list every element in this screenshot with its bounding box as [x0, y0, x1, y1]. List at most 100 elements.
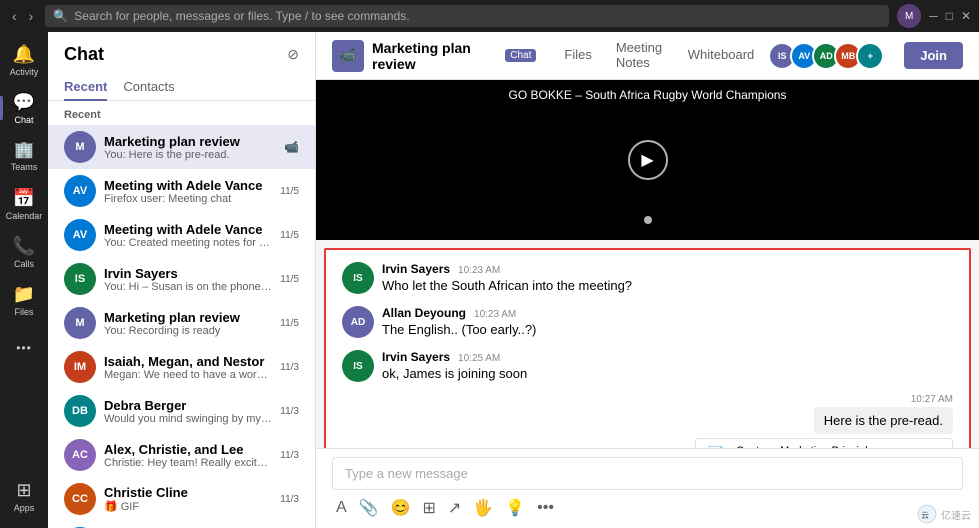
join-button[interactable]: Join [904, 42, 963, 69]
sidebar-item-apps[interactable]: ⊞ Apps [0, 472, 48, 520]
watermark-text: 亿速云 [941, 507, 971, 522]
more-icon: ••• [16, 341, 32, 355]
play-button[interactable]: ▶ [628, 140, 668, 180]
own-message: 10:27 AM Here is the pre-read. 📄 Contoso… [342, 394, 953, 448]
chat-name: Meeting with Adele Vance [104, 178, 272, 193]
msg-time: 10:27 AM [911, 394, 953, 405]
msg-time: 10:25 AM [458, 353, 500, 364]
maximize-icon[interactable]: □ [946, 9, 953, 23]
chat-name: Irvin Sayers [104, 266, 272, 281]
sidebar-item-teams[interactable]: 🏢 Teams [0, 132, 48, 180]
tab-files[interactable]: Files [552, 32, 603, 80]
chat-meta: 11/5 [280, 230, 299, 241]
chat-item-isaiah[interactable]: IM Isaiah, Megan, and Nestor Megan: We n… [48, 345, 315, 389]
msg-content: Irvin Sayers 10:25 AM ok, James is joini… [382, 350, 953, 381]
attach-button[interactable]: 📎 [357, 496, 381, 520]
loop-button[interactable]: 💡 [503, 496, 527, 520]
chat-preview: Christie: Hey team! Really excited to ge… [104, 457, 272, 469]
activity-icon: 🔔 [13, 44, 35, 65]
back-button[interactable]: ‹ [8, 6, 21, 26]
meeting-icon: 📹 [332, 40, 364, 72]
chat-date: 11/5 [280, 274, 299, 285]
sidebar-item-files[interactable]: 📁 Files [0, 276, 48, 324]
chat-item-adele2[interactable]: AV Meeting with Adele Vance You: Created… [48, 213, 315, 257]
emoji-button[interactable]: 😊 [389, 496, 413, 520]
activity-label: Activity [10, 67, 39, 77]
chat-area: GO BOKKE – South Africa Rugby World Cham… [316, 80, 979, 448]
chat-item-marketing-plan[interactable]: M Marketing plan review You: Here is the… [48, 125, 315, 169]
chat-info: Alex, Christie, and Lee Christie: Hey te… [104, 442, 272, 469]
search-bar[interactable]: 🔍 Search for people, messages or files. … [45, 5, 889, 27]
message-input[interactable]: Type a new message [332, 457, 963, 490]
left-rail: 🔔 Activity 💬 Chat 🏢 Teams 📅 Calendar 📞 C… [0, 32, 48, 528]
chat-item-christie[interactable]: CC Christie Cline 🎁 GIF 11/3 [48, 477, 315, 521]
chat-name: Isaiah, Megan, and Nestor [104, 354, 272, 369]
format-button[interactable]: A [334, 497, 349, 519]
share-button[interactable]: ↗ [446, 496, 463, 520]
filter-icon[interactable]: ⊘ [287, 46, 299, 63]
chat-item-irvin1[interactable]: IS Irvin Sayers You: Hi – Susan is on th… [48, 257, 315, 301]
chat-item-adele1[interactable]: AV Meeting with Adele Vance Firefox user… [48, 169, 315, 213]
avatar: AC [64, 439, 96, 471]
user-avatar[interactable]: M [897, 4, 921, 28]
forward-button[interactable]: › [25, 6, 38, 26]
input-toolbar: A 📎 😊 ⊞ ↗ 🖐 💡 ••• [332, 496, 963, 520]
chat-info: Irvin Sayers You: Hi – Susan is on the p… [104, 266, 272, 293]
video-icon: 📹 [284, 140, 299, 154]
files-label: Files [14, 307, 33, 317]
nav-controls[interactable]: ‹ › [8, 6, 37, 26]
chat-preview: You: Created meeting notes for this meet… [104, 237, 272, 249]
chat-label: Chat [14, 115, 33, 125]
sidebar-tabs: Recent Contacts [48, 73, 315, 101]
tab-meeting-notes[interactable]: Meeting Notes [604, 32, 676, 80]
chat-name: Debra Berger [104, 398, 272, 413]
raise-hand-button[interactable]: 🖐 [471, 496, 495, 520]
window-controls: ─ □ ✕ [929, 9, 971, 23]
avatar: IM [64, 351, 96, 383]
chat-info: Meeting with Adele Vance Firefox user: M… [104, 178, 272, 205]
files-icon: 📁 [13, 284, 35, 305]
msg-bubble: Here is the pre-read. [814, 407, 953, 434]
video-section: GO BOKKE – South Africa Rugby World Cham… [316, 80, 979, 240]
avatar: AV [64, 219, 96, 251]
tab-recent[interactable]: Recent [64, 73, 107, 100]
sidebar-item-calls[interactable]: 📞 Calls [0, 228, 48, 276]
chat-item-debra[interactable]: DB Debra Berger Would you mind swinging … [48, 389, 315, 433]
chat-meta: 11/3 [280, 362, 299, 373]
sidebar-item-activity[interactable]: 🔔 Activity [0, 36, 48, 84]
video-title: GO BOKKE – South Africa Rugby World Cham… [316, 88, 979, 102]
calendar-label: Calendar [6, 211, 43, 221]
tab-contacts[interactable]: Contacts [123, 73, 174, 100]
close-icon[interactable]: ✕ [961, 9, 971, 23]
svg-text:云: 云 [921, 511, 929, 520]
chat-info: Meeting with Adele Vance You: Created me… [104, 222, 272, 249]
avatar: CC [64, 483, 96, 515]
sidebar-item-more[interactable]: ••• [0, 324, 48, 372]
message: IS Irvin Sayers 10:25 AM ok, James is jo… [342, 350, 953, 382]
chat-date: 11/3 [280, 362, 299, 373]
chat-preview: Firefox user: Meeting chat [104, 193, 272, 205]
chat-preview: 🎁 GIF [104, 500, 272, 513]
input-placeholder: Type a new message [345, 466, 468, 481]
more-options-button[interactable]: ••• [535, 497, 556, 519]
chat-meta: 11/3 [280, 406, 299, 417]
teams-label: Teams [11, 162, 38, 172]
chat-item-megan[interactable]: MB Megan Bowen Hi Adele! Do you have som… [48, 521, 315, 528]
avatar: M [64, 307, 96, 339]
chat-info: Marketing plan review You: Recording is … [104, 310, 272, 337]
tab-whiteboard[interactable]: Whiteboard [676, 32, 766, 80]
chat-item-alex[interactable]: AC Alex, Christie, and Lee Christie: Hey… [48, 433, 315, 477]
chat-name: Meeting with Adele Vance [104, 222, 272, 237]
chat-meta: 11/5 [280, 186, 299, 197]
minimize-icon[interactable]: ─ [929, 9, 938, 23]
sidebar-item-chat[interactable]: 💬 Chat [0, 84, 48, 132]
chat-item-marketing2[interactable]: M Marketing plan review You: Recording i… [48, 301, 315, 345]
sidebar-item-calendar[interactable]: 📅 Calendar [0, 180, 48, 228]
chat-date: 11/3 [280, 450, 299, 461]
avatar: AV [64, 175, 96, 207]
search-icon: 🔍 [53, 9, 68, 23]
chat-info: Debra Berger Would you mind swinging by … [104, 398, 272, 425]
giphy-button[interactable]: ⊞ [421, 496, 438, 520]
input-area: Type a new message A 📎 😊 ⊞ ↗ 🖐 💡 ••• [316, 448, 979, 528]
attachment[interactable]: 📄 Contoso Marketing Principles.p... pers… [695, 438, 953, 448]
